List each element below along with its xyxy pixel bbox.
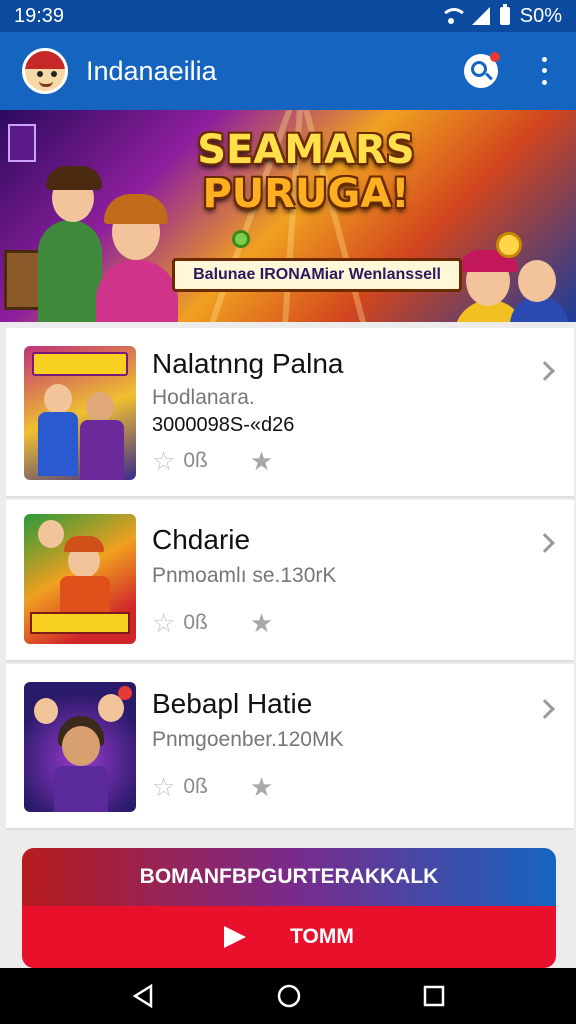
game-title: Bebapl Hatie — [152, 688, 313, 719]
home-icon[interactable] — [276, 983, 302, 1009]
chevron-right-icon[interactable] — [535, 533, 555, 553]
wifi-icon — [439, 8, 468, 24]
app-bar: Indanaeilia — [0, 32, 576, 110]
notification-dot — [490, 52, 500, 62]
battery-icon — [499, 4, 510, 25]
signal-icon — [471, 7, 490, 25]
game-thumbnail — [24, 682, 136, 812]
coin-icon — [232, 230, 250, 248]
chevron-right-icon[interactable] — [535, 699, 555, 719]
star-outline-icon: ☆ — [152, 446, 176, 476]
app-title: Indanaeilia — [86, 55, 217, 86]
play-button-label: TOMM — [290, 925, 354, 948]
game-subtitle: Pnmgoenber.120MK — [152, 728, 344, 751]
banner-subtitle: Balunae IRONAMiar Wenlanssell — [172, 258, 462, 292]
game-rating: ☆ 0ß ★ — [152, 448, 273, 474]
banner-hero-2 — [96, 260, 178, 322]
rating-value: 0ß — [183, 449, 208, 472]
star-icon[interactable]: ★ — [250, 610, 273, 636]
status-bar: 19:39 S0% — [0, 0, 576, 32]
back-icon[interactable] — [131, 984, 155, 1008]
star-outline-icon: ☆ — [152, 772, 176, 802]
play-icon — [224, 926, 247, 948]
banner-title-line1: SEAMARS — [197, 127, 415, 173]
cta-panel: BOMANFBPGURTERAKKALK TOMM — [22, 848, 556, 968]
game-thumbnail — [24, 514, 136, 644]
rating-value: 0ß — [183, 775, 208, 798]
star-icon[interactable]: ★ — [250, 774, 273, 800]
game-subtitle: Hodlanara. — [152, 386, 255, 409]
promo-banner[interactable]: SEAMARS PURUGA! Balunae IRONAMiar Wenlan… — [0, 110, 576, 322]
cta-banner-label[interactable]: BOMANFBPGURTERAKKALK — [22, 848, 556, 906]
game-rating: ☆ 0ß ★ — [152, 610, 273, 636]
game-card[interactable]: Chdarie Pnmoamlı se.130rK ☆ 0ß ★ — [6, 500, 574, 662]
game-subtitle: Pnmoamlı se.130rK — [152, 564, 337, 587]
coin-icon — [496, 232, 522, 258]
banner-title-line2: PURUGA! — [202, 171, 410, 217]
game-thumbnail — [24, 346, 136, 480]
avatar[interactable] — [22, 48, 68, 94]
rating-value: 0ß — [183, 611, 208, 634]
search-icon[interactable] — [464, 52, 500, 88]
banner-title: SEAMARS PURUGA! — [186, 128, 426, 216]
game-card[interactable]: Bebapl Hatie Pnmgoenber.120MK ☆ 0ß ★ — [6, 664, 574, 830]
chevron-right-icon[interactable] — [535, 361, 555, 381]
recents-icon[interactable] — [423, 985, 445, 1007]
more-vert-icon[interactable] — [534, 54, 554, 88]
game-title: Nalatnng Palna — [152, 348, 344, 379]
system-nav-bar — [0, 968, 576, 1024]
status-icons: S0% — [439, 4, 562, 28]
banner-badge-icon — [8, 124, 36, 162]
star-icon[interactable]: ★ — [250, 448, 273, 474]
game-card[interactable]: Nalatnng Palna Hodlanara. 3000098S-«d26 … — [6, 328, 574, 498]
battery-text: S0% — [519, 4, 562, 27]
game-rating: ☆ 0ß ★ — [152, 774, 273, 800]
banner-hero-1 — [38, 220, 102, 322]
game-extra: 3000098S-«d26 — [152, 414, 295, 436]
game-title: Chdarie — [152, 524, 251, 555]
star-outline-icon: ☆ — [152, 608, 176, 638]
play-button[interactable]: TOMM — [22, 906, 556, 968]
status-time: 19:39 — [14, 4, 65, 27]
